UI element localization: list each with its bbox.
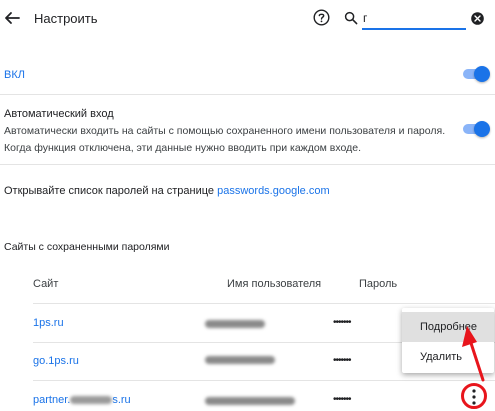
site-link[interactable]: go.1ps.ru [33, 355, 79, 367]
site-link-prefix: partner. [33, 394, 71, 406]
column-header-username: Имя пользователя [227, 278, 322, 290]
menu-item-details[interactable]: Подробнее [402, 312, 494, 342]
help-icon[interactable] [313, 9, 330, 26]
divider [33, 303, 495, 304]
saved-passwords-heading: Сайты с сохраненными паролями [4, 241, 170, 253]
auto-signin-title: Автоматический вход [4, 108, 114, 120]
row-context-menu: Подробнее Удалить [402, 308, 494, 373]
divider [0, 94, 495, 95]
divider [33, 380, 495, 381]
search-icon [344, 11, 358, 25]
site-link[interactable]: 1ps.ru [33, 317, 64, 329]
passwords-google-link[interactable]: passwords.google.com [217, 185, 330, 197]
clear-icon[interactable] [471, 12, 484, 25]
auto-signin-desc-2: Когда функция отключена, эти данные нужн… [4, 142, 361, 154]
search-input[interactable] [362, 8, 466, 30]
offer-save-toggle[interactable] [461, 66, 490, 82]
auto-signin-desc-1: Автоматически входить на сайты с помощью… [4, 125, 446, 137]
username-blurred [205, 356, 275, 364]
password-masked: ••••••• [333, 317, 351, 328]
username-blurred [205, 397, 295, 405]
site-link[interactable]: partner. s.ru [33, 394, 131, 406]
username-blurred [205, 320, 265, 328]
arrow-back-icon[interactable] [3, 9, 21, 27]
top-bar: Настроить [0, 0, 495, 40]
site-link-suffix: s.ru [112, 394, 131, 406]
divider [0, 164, 495, 165]
site-name-blurred [70, 396, 113, 405]
password-masked: ••••••• [333, 355, 351, 366]
offer-save-status: ВКЛ [4, 69, 25, 81]
column-header-password: Пароль [359, 278, 398, 290]
page-title: Настроить [34, 11, 98, 26]
auto-signin-toggle[interactable] [461, 121, 490, 137]
annotation-circle [461, 383, 487, 409]
menu-item-delete[interactable]: Удалить [402, 342, 494, 372]
search-box [344, 6, 487, 32]
password-masked: ••••••• [333, 394, 351, 405]
passwords-link-row: Открывайте список паролей на странице pa… [4, 185, 330, 197]
column-header-site: Сайт [33, 278, 59, 290]
passwords-link-text: Открывайте список паролей на странице [4, 185, 218, 197]
